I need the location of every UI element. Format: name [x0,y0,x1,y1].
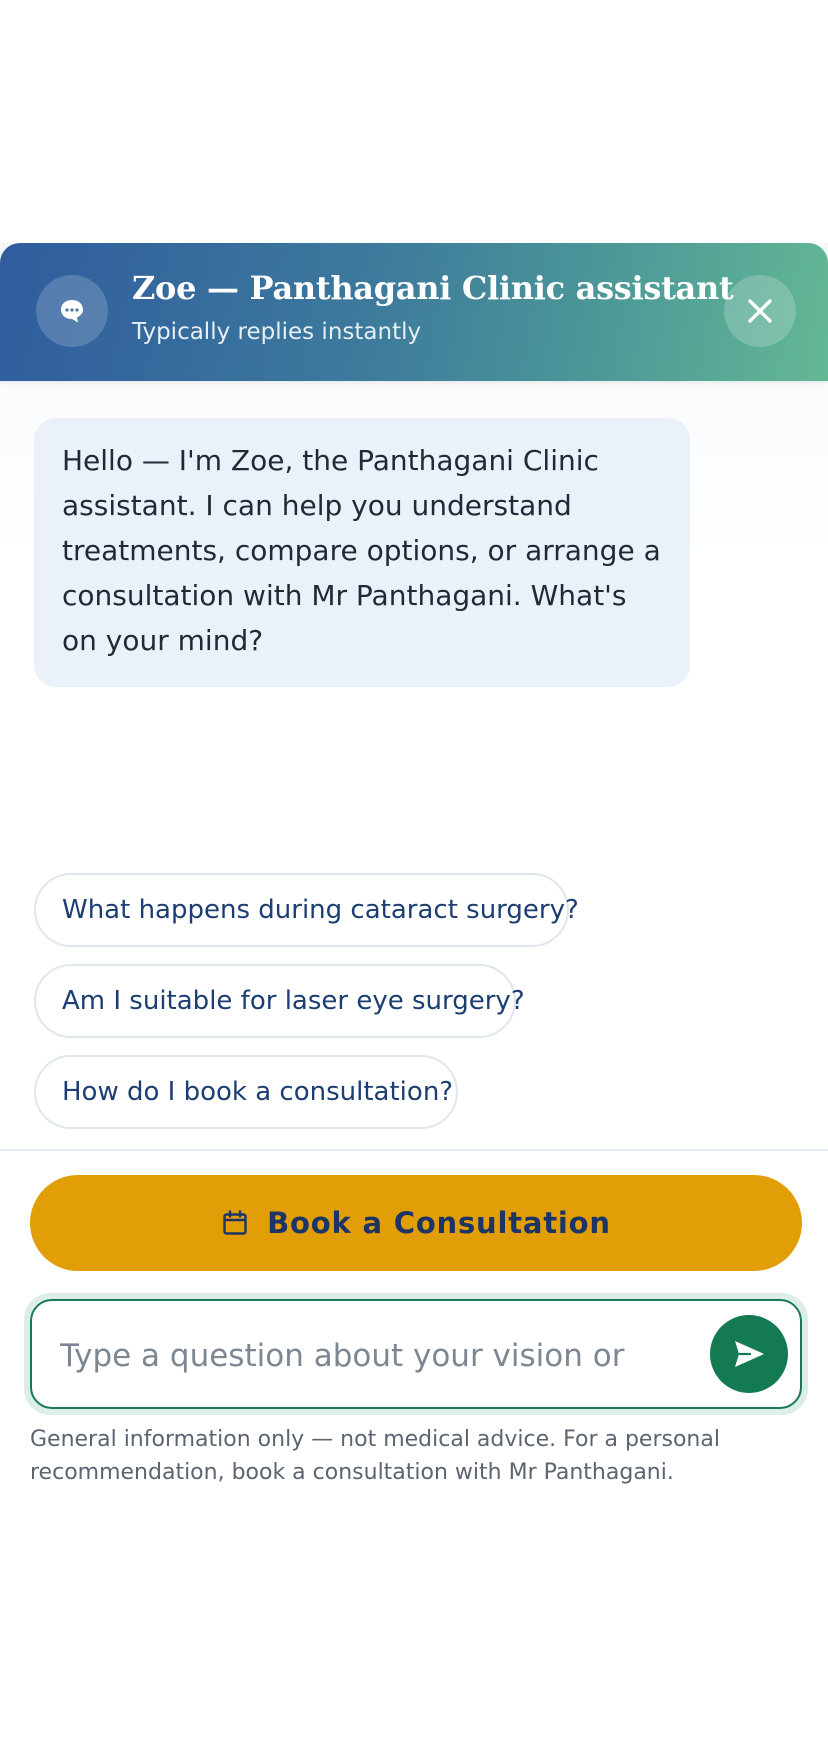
suggestion-chip-booking[interactable]: How do I book a consultation? [34,1055,458,1129]
book-consultation-button[interactable]: Book a Consultation [30,1175,802,1271]
message-composer [30,1299,802,1409]
message-input-focus-ring [24,1293,808,1415]
send-button[interactable] [710,1315,788,1393]
send-icon [735,1341,764,1367]
assistant-message: Hello — I'm Zoe, the Panthagani Clinic a… [34,418,690,687]
assistant-avatar [36,275,108,347]
suggestion-chip-laser[interactable]: Am I suitable for laser eye surgery? [34,964,525,1038]
close-button[interactable] [724,275,796,347]
assistant-status: Typically replies instantly [132,319,422,345]
close-icon [748,299,772,323]
divider [0,1149,828,1151]
calendar-icon [223,1210,247,1235]
suggestion-chip-cataract[interactable]: What happens during cataract surgery? [34,873,579,947]
disclaimer-text: General information only — not medical a… [30,1427,720,1485]
assistant-title: Zoe — Panthagani Clinic assistant [132,269,734,307]
chat-header: Zoe — Panthagani Clinic assistant Typica… [0,243,828,381]
chat-widget: Zoe — Panthagani Clinic assistant Typica… [0,243,828,1503]
book-consultation-label: Book a Consultation [267,1206,611,1240]
message-input[interactable] [58,1329,702,1383]
chat-bubble-icon [61,300,83,323]
